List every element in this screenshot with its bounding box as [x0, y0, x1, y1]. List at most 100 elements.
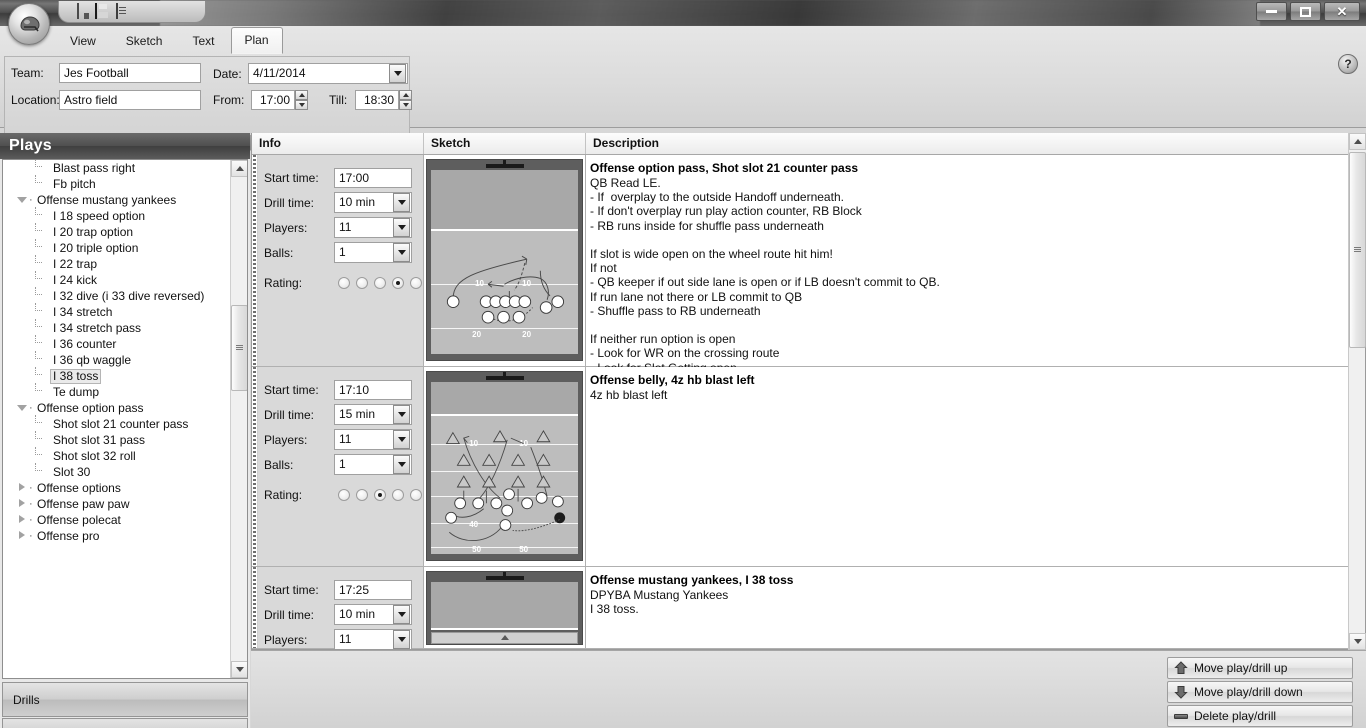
- scroll-down-button[interactable]: [231, 661, 247, 678]
- close-button[interactable]: ✕: [1324, 2, 1360, 21]
- tree-item[interactable]: Blast pass right: [3, 160, 229, 176]
- restore-button[interactable]: [1290, 2, 1321, 21]
- players-combo[interactable]: 11: [334, 429, 412, 450]
- rating-control[interactable]: [334, 276, 422, 289]
- tree-item[interactable]: Slot 30: [3, 463, 229, 480]
- tree-item[interactable]: Shot slot 32 roll: [3, 447, 229, 464]
- grid-scroll-thumb[interactable]: [1349, 152, 1366, 348]
- expander-open-icon[interactable]: [15, 192, 29, 208]
- chevron-down-icon[interactable]: [393, 455, 410, 474]
- sketch-scroll-strip[interactable]: [431, 632, 578, 644]
- tree-item[interactable]: I 24 kick: [3, 271, 229, 288]
- from-stepper[interactable]: [295, 90, 308, 110]
- expander-closed-icon[interactable]: [15, 496, 29, 512]
- print-icon[interactable]: [115, 3, 130, 19]
- tree-item[interactable]: · Offense options: [3, 480, 229, 496]
- start-time-input[interactable]: 17:25: [334, 579, 412, 600]
- plays-tree[interactable]: Blast pass right Fb pitch · Offense mustang…: [2, 159, 248, 679]
- rating-option-3[interactable]: [374, 276, 386, 289]
- chevron-down-icon[interactable]: [393, 430, 410, 449]
- chevron-down-icon[interactable]: [389, 64, 406, 83]
- from-stepper-down[interactable]: [295, 100, 308, 110]
- chevron-down-icon[interactable]: [393, 605, 410, 624]
- team-input[interactable]: Jes Football: [59, 63, 201, 83]
- players-combo[interactable]: 11: [334, 217, 412, 238]
- tree-item[interactable]: Shot slot 31 pass: [3, 431, 229, 448]
- chevron-down-icon[interactable]: [393, 405, 410, 424]
- tree-item[interactable]: Te dump: [3, 383, 229, 400]
- tree-item[interactable]: Shot slot 21 counter pass: [3, 415, 229, 432]
- new-icon[interactable]: [75, 3, 90, 19]
- column-header-description[interactable]: Description: [586, 133, 1366, 154]
- balls-combo[interactable]: 1: [334, 242, 412, 263]
- sketch-thumbnail[interactable]: 10 10 40 50 50: [426, 371, 583, 561]
- tree-item[interactable]: I 34 stretch: [3, 303, 229, 320]
- players-combo[interactable]: 11: [334, 629, 412, 649]
- grid-scroll-down-button[interactable]: [1349, 633, 1366, 650]
- plays-tree-scrollbar[interactable]: [230, 160, 247, 678]
- rating-control[interactable]: [334, 488, 422, 501]
- minimize-button[interactable]: [1256, 2, 1287, 21]
- from-stepper-up[interactable]: [295, 90, 308, 100]
- tab-text[interactable]: Text: [178, 28, 228, 54]
- rating-option-1[interactable]: [338, 276, 350, 289]
- grid-scrollbar[interactable]: [1348, 133, 1366, 650]
- tree-item[interactable]: I 18 speed option: [3, 207, 229, 224]
- rating-option-2[interactable]: [356, 488, 368, 501]
- rating-option-2[interactable]: [356, 276, 368, 289]
- drill-time-combo[interactable]: 10 min: [334, 192, 412, 213]
- chevron-down-icon[interactable]: [393, 630, 410, 649]
- tree-item[interactable]: Fb pitch: [3, 175, 229, 192]
- till-input[interactable]: 18:30: [355, 90, 399, 110]
- tree-item[interactable]: I 20 triple option: [3, 239, 229, 256]
- expander-closed-icon[interactable]: [15, 480, 29, 496]
- sidebar-item-plays[interactable]: Plays: [2, 718, 248, 728]
- tree-item[interactable]: I 38 toss: [3, 367, 229, 384]
- tree-item[interactable]: · Offense option pass: [3, 400, 229, 416]
- till-stepper-up[interactable]: [399, 90, 412, 100]
- till-stepper[interactable]: [399, 90, 412, 110]
- tree-item[interactable]: I 34 stretch pass: [3, 319, 229, 336]
- rating-option-3[interactable]: [374, 488, 386, 501]
- drill-time-combo[interactable]: 15 min: [334, 404, 412, 425]
- expander-open-icon[interactable]: [15, 400, 29, 416]
- help-icon[interactable]: ?: [1338, 54, 1358, 74]
- tree-item[interactable]: · Offense paw paw: [3, 496, 229, 512]
- column-header-sketch[interactable]: Sketch: [424, 133, 586, 154]
- balls-combo[interactable]: 1: [334, 454, 412, 475]
- tree-item[interactable]: I 32 dive (i 33 dive reversed): [3, 287, 229, 304]
- scroll-up-button[interactable]: [231, 160, 247, 177]
- move-play-down-button[interactable]: Move play/drill down: [1167, 681, 1353, 703]
- move-play-up-button[interactable]: Move play/drill up: [1167, 657, 1353, 679]
- rating-option-1[interactable]: [338, 488, 350, 501]
- grid-row[interactable]: Start time: 17:25 Drill time: 10 min Players…: [252, 567, 1350, 649]
- tree-item[interactable]: · Offense pro: [3, 528, 229, 544]
- sketch-thumbnail[interactable]: [426, 571, 583, 645]
- chevron-down-icon[interactable]: [393, 218, 410, 237]
- rating-option-4[interactable]: [392, 276, 404, 289]
- tab-view[interactable]: View: [56, 28, 110, 54]
- tree-item[interactable]: I 22 trap: [3, 255, 229, 272]
- delete-play-button[interactable]: Delete play/drill: [1167, 705, 1353, 727]
- grid-row[interactable]: Start time: 17:10 Drill time: 15 min Players…: [252, 367, 1350, 567]
- column-header-info[interactable]: Info: [252, 133, 424, 154]
- rating-option-5[interactable]: [410, 276, 422, 289]
- start-time-input[interactable]: 17:10: [334, 379, 412, 400]
- tree-item[interactable]: I 36 qb waggle: [3, 351, 229, 368]
- till-stepper-down[interactable]: [399, 100, 412, 110]
- chevron-down-icon[interactable]: [393, 243, 410, 262]
- sidebar-item-drills[interactable]: Drills: [2, 682, 248, 717]
- scroll-thumb[interactable]: [231, 305, 247, 391]
- date-combo[interactable]: 4/11/2014: [248, 63, 408, 84]
- tree-item[interactable]: I 20 trap option: [3, 223, 229, 240]
- tree-item[interactable]: · Offense mustang yankees: [3, 192, 229, 208]
- grid-scroll-up-button[interactable]: [1349, 133, 1366, 150]
- tree-item[interactable]: I 36 counter: [3, 335, 229, 352]
- tab-plan[interactable]: Plan: [230, 27, 283, 54]
- grid-row[interactable]: Start time: 17:00 Drill time: 10 min Players…: [252, 155, 1350, 375]
- chevron-down-icon[interactable]: [393, 193, 410, 212]
- description-cell[interactable]: Offense belly, 4z hb blast left 4z hb bla…: [586, 367, 1350, 566]
- location-input[interactable]: Astro field: [59, 90, 201, 110]
- application-menu-button[interactable]: [8, 3, 50, 45]
- from-input[interactable]: 17:00: [251, 90, 295, 110]
